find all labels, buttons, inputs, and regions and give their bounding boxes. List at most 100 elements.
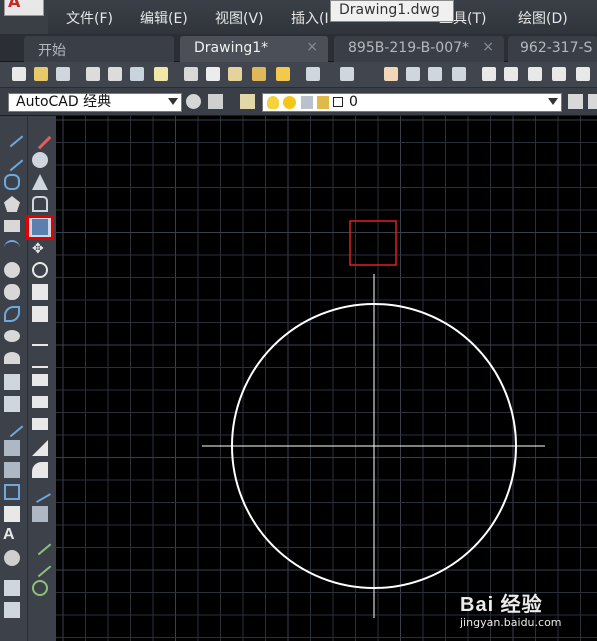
menu-draw[interactable]: 绘图(D) bbox=[518, 8, 568, 28]
standard-toolbar bbox=[0, 62, 597, 88]
paste-icon[interactable] bbox=[228, 67, 242, 81]
point-icon[interactable] bbox=[0, 414, 24, 438]
ellipse-arc-icon[interactable] bbox=[4, 352, 20, 364]
file-tabs: 开始 Drawing1* × 895B-219-B-007* × 962-317… bbox=[0, 34, 597, 62]
tab-label: 962-317-S bbox=[520, 40, 593, 56]
save-icon[interactable] bbox=[56, 67, 70, 81]
polygon-icon[interactable] bbox=[4, 196, 20, 212]
zoom-window-icon[interactable] bbox=[428, 67, 442, 81]
insert-block-icon[interactable] bbox=[4, 374, 20, 390]
trim-icon[interactable] bbox=[32, 330, 48, 346]
break-icon[interactable] bbox=[32, 396, 48, 408]
tab-895b[interactable]: 895B-219-B-007* × bbox=[334, 36, 504, 62]
block-editor-icon[interactable] bbox=[276, 67, 290, 81]
drawing-canvas[interactable] bbox=[56, 116, 597, 641]
publish-icon[interactable] bbox=[130, 67, 144, 81]
cut-icon[interactable] bbox=[184, 67, 198, 81]
layer-properties-icon[interactable] bbox=[240, 94, 255, 109]
table-icon[interactable] bbox=[4, 506, 20, 522]
explode-icon[interactable] bbox=[32, 506, 48, 522]
copy-object-icon[interactable] bbox=[32, 152, 48, 168]
design-center-icon[interactable] bbox=[504, 67, 518, 81]
workspace-select[interactable]: AutoCAD 经典 bbox=[8, 93, 182, 112]
make-block-icon[interactable] bbox=[4, 396, 20, 412]
gradient-icon[interactable] bbox=[4, 462, 20, 478]
erase-icon[interactable] bbox=[28, 126, 52, 150]
plot-preview-icon[interactable] bbox=[108, 67, 122, 81]
tab-drawing1[interactable]: Drawing1* × bbox=[180, 36, 328, 62]
zoom-realtime-icon[interactable] bbox=[406, 67, 420, 81]
sheet-set-icon[interactable] bbox=[552, 67, 566, 81]
hatch-icon[interactable] bbox=[4, 440, 20, 456]
autocad-a-icon: A bbox=[8, 0, 21, 11]
markup-icon[interactable] bbox=[576, 67, 590, 81]
join-icon[interactable] bbox=[32, 418, 48, 430]
watermark-url: jingyan.baidu.com bbox=[460, 616, 562, 629]
rotate-icon[interactable] bbox=[32, 262, 48, 278]
snap-line-icon[interactable] bbox=[28, 532, 52, 556]
stretch-icon[interactable] bbox=[32, 306, 48, 322]
make-current-icon[interactable] bbox=[568, 94, 583, 109]
tab-start[interactable]: 开始 bbox=[24, 36, 174, 62]
revision-cloud-icon[interactable] bbox=[4, 284, 20, 300]
tab-label: Drawing1* bbox=[194, 40, 269, 56]
print-icon[interactable] bbox=[86, 67, 100, 81]
watermark-brand: Bai 经验 bbox=[460, 594, 543, 616]
lightbulb-icon bbox=[267, 96, 279, 109]
ellipse-icon[interactable] bbox=[4, 330, 20, 342]
array-icon[interactable] bbox=[32, 219, 48, 235]
chevron-down-icon bbox=[548, 98, 558, 105]
spline-icon[interactable] bbox=[4, 306, 20, 322]
line-icon[interactable] bbox=[0, 124, 24, 148]
lock-icon bbox=[317, 96, 329, 109]
add-selected-icon[interactable] bbox=[4, 550, 20, 566]
gear-icon[interactable] bbox=[186, 94, 201, 109]
layer-select[interactable]: 0 bbox=[262, 93, 562, 112]
move-icon[interactable]: ✥ bbox=[32, 242, 48, 258]
scale-icon[interactable] bbox=[32, 284, 48, 300]
properties-icon[interactable] bbox=[482, 67, 496, 81]
chamfer-icon[interactable] bbox=[32, 440, 48, 456]
blend-curves-icon[interactable] bbox=[29, 481, 51, 503]
redo-icon[interactable] bbox=[340, 67, 354, 81]
model-space bbox=[56, 116, 597, 641]
layer-name: 0 bbox=[349, 94, 358, 110]
mirror-icon[interactable] bbox=[32, 174, 48, 190]
offset-icon[interactable] bbox=[32, 196, 48, 212]
fillet-icon[interactable] bbox=[32, 462, 48, 478]
open-folder-icon[interactable] bbox=[34, 67, 48, 81]
region-icon[interactable] bbox=[4, 484, 20, 500]
snap-tangent-icon[interactable] bbox=[28, 554, 52, 578]
break-at-point-icon[interactable] bbox=[32, 374, 48, 386]
close-icon[interactable]: × bbox=[306, 39, 318, 55]
polyline-icon[interactable] bbox=[4, 174, 20, 190]
match-properties-icon[interactable] bbox=[252, 67, 266, 81]
copy-icon[interactable] bbox=[206, 67, 220, 81]
layout-icon[interactable] bbox=[4, 580, 20, 596]
application-button[interactable]: A bbox=[0, 0, 48, 34]
circle-icon[interactable] bbox=[4, 262, 20, 278]
menu-edit[interactable]: 编辑(E) bbox=[140, 8, 188, 28]
chevron-down-icon bbox=[168, 98, 178, 105]
construction-line-icon[interactable] bbox=[0, 148, 24, 172]
layer-previous-icon[interactable] bbox=[588, 94, 597, 109]
multiline-text-icon[interactable]: A bbox=[3, 526, 19, 543]
draw-modify-toolbars: A ✥ bbox=[0, 116, 56, 641]
zoom-previous-icon[interactable] bbox=[452, 67, 466, 81]
close-icon[interactable]: × bbox=[482, 39, 494, 55]
rectangle-icon[interactable] bbox=[4, 220, 20, 232]
extend-icon[interactable] bbox=[32, 352, 48, 368]
tool-palettes-icon[interactable] bbox=[528, 67, 542, 81]
snap-center-icon[interactable] bbox=[32, 580, 48, 596]
3d-dwf-icon[interactable] bbox=[154, 67, 168, 81]
menu-view[interactable]: 视图(V) bbox=[215, 8, 264, 28]
arc-icon[interactable] bbox=[4, 240, 20, 256]
tab-962[interactable]: 962-317-S bbox=[508, 36, 597, 62]
menu-file[interactable]: 文件(F) bbox=[66, 8, 113, 28]
undo-icon[interactable] bbox=[306, 67, 320, 81]
pan-hand-icon[interactable] bbox=[384, 67, 398, 81]
menu-insert[interactable]: 插入(I bbox=[291, 8, 329, 28]
new-file-icon[interactable] bbox=[12, 67, 26, 81]
viewport-icon[interactable] bbox=[4, 602, 20, 618]
workspace-settings-icon[interactable] bbox=[208, 94, 223, 109]
